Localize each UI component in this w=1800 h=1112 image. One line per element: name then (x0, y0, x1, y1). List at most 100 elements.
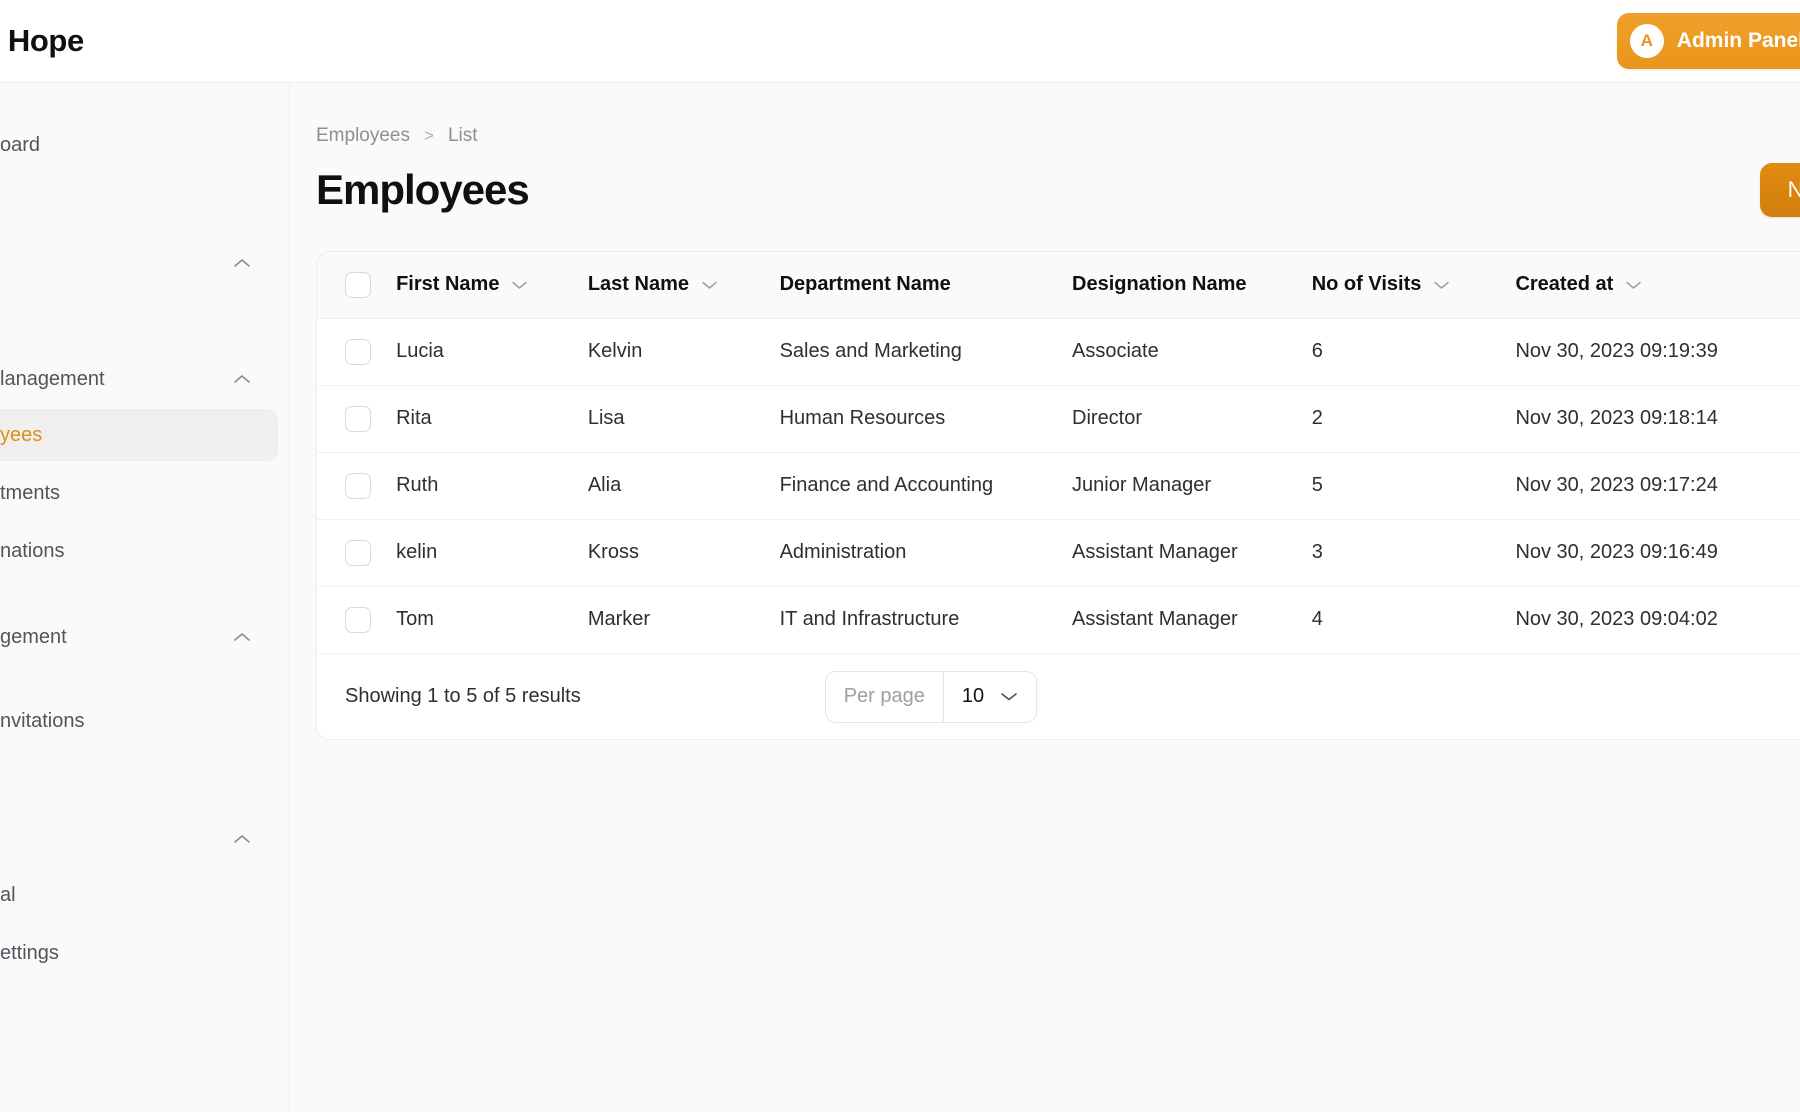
sidebar-item-designations[interactable]: nations (0, 525, 278, 577)
cell-designation-name: Associate (1072, 340, 1159, 362)
table-row[interactable]: Rita Lisa Human Resources Director 2 Nov… (317, 385, 1800, 452)
sidebar-item-employees[interactable]: yees (0, 409, 278, 461)
cell-last-name: Lisa (587, 407, 625, 429)
employees-table: First Name Last Name Department Name Des… (317, 252, 1800, 653)
column-header-designation-name[interactable]: Designation Name (1072, 252, 1312, 318)
app-root: sk Hope A Admin Panel oard lanagement (0, 0, 1800, 1112)
sidebar-list: oard lanagement yees tments nations geme… (0, 119, 289, 979)
chevron-up-icon (232, 631, 252, 643)
sidebar-item-label: yees (0, 423, 43, 446)
sidebar-section-management[interactable]: lanagement (0, 353, 278, 405)
column-header-last-name[interactable]: Last Name (588, 252, 780, 318)
sidebar-item-general[interactable]: al (0, 869, 278, 921)
breadcrumb: Employees > List (290, 83, 1800, 147)
main-content: Employees > List Employees New e First N… (290, 83, 1800, 1112)
cell-department-name: Sales and Marketing (779, 340, 962, 362)
column-header-first-name[interactable]: First Name (396, 252, 588, 318)
row-select-cell (317, 318, 396, 385)
column-header-department-name[interactable]: Department Name (780, 252, 1072, 318)
cell-no-of-visits: 2 (1311, 407, 1323, 429)
breadcrumb-current[interactable]: List (448, 125, 478, 147)
column-header-created-at[interactable]: Created at (1515, 252, 1800, 318)
chevron-right-icon: > (424, 126, 434, 145)
sidebar-item-dashboard[interactable]: oard (0, 119, 278, 171)
chevron-down-icon[interactable] (1625, 280, 1642, 290)
cell-first-name: Lucia (396, 340, 444, 362)
cell-department-name: IT and Infrastructure (779, 608, 960, 631)
sidebar-section-1[interactable] (0, 237, 278, 289)
column-label: First Name (396, 273, 500, 296)
cell-created-at: Nov 30, 2023 09:16:49 (1515, 541, 1718, 563)
per-page-selector[interactable]: Per page 10 (824, 670, 1038, 723)
cell-designation-name: Junior Manager (1072, 474, 1211, 496)
row-checkbox[interactable] (345, 472, 371, 499)
chevron-down-icon[interactable] (511, 280, 528, 290)
sidebar-item-label: nations (0, 539, 65, 562)
row-checkbox[interactable] (345, 338, 371, 365)
page-header: Employees New e (290, 147, 1800, 217)
cell-no-of-visits: 3 (1311, 541, 1323, 563)
per-page-current: 10 (961, 685, 985, 707)
sidebar-item-label: al (0, 883, 16, 906)
brand-logo-text: sk Hope (0, 23, 84, 58)
breadcrumb-root[interactable]: Employees (316, 125, 410, 147)
chevron-down-icon[interactable] (1433, 280, 1450, 290)
sidebar-item-invitations[interactable]: nvitations (0, 695, 278, 747)
column-label: No of Visits (1311, 273, 1422, 296)
table-row[interactable]: kelin Kross Administration Assistant Man… (317, 519, 1800, 586)
top-bar: sk Hope A Admin Panel (0, 0, 1800, 83)
row-checkbox[interactable] (345, 405, 371, 432)
cell-created-at: Nov 30, 2023 09:17:24 (1515, 474, 1718, 496)
cell-no-of-visits: 4 (1311, 608, 1323, 631)
admin-panel-label: Admin Panel (1676, 29, 1800, 52)
sidebar-item-label: nvitations (0, 709, 85, 732)
per-page-value[interactable]: 10 (944, 672, 1036, 722)
cell-last-name: Marker (587, 608, 651, 631)
column-label: Designation Name (1072, 273, 1247, 296)
sidebar-section-settings[interactable] (0, 813, 278, 865)
chevron-up-icon (232, 833, 252, 845)
sidebar: oard lanagement yees tments nations geme… (0, 83, 290, 1112)
sidebar-item-departments[interactable]: tments (0, 467, 278, 519)
cell-last-name: Kross (587, 541, 639, 563)
row-checkbox[interactable] (345, 606, 371, 633)
cell-designation-name: Assistant Manager (1072, 541, 1238, 563)
sidebar-section-label: gement (0, 625, 67, 648)
new-employee-button[interactable]: New e (1759, 163, 1800, 217)
admin-panel-button[interactable]: A Admin Panel (1616, 13, 1800, 69)
chevron-down-icon[interactable] (701, 280, 718, 290)
table-row[interactable]: Lucia Kelvin Sales and Marketing Associa… (317, 318, 1800, 385)
sidebar-item-label: oard (0, 133, 41, 156)
cell-no-of-visits: 6 (1311, 340, 1323, 362)
column-header-no-of-visits[interactable]: No of Visits (1312, 252, 1516, 318)
row-select-cell (317, 586, 396, 653)
chevron-up-icon (232, 257, 252, 269)
row-checkbox[interactable] (345, 539, 371, 566)
select-all-checkbox[interactable] (345, 271, 371, 298)
table-body: Lucia Kelvin Sales and Marketing Associa… (317, 318, 1800, 653)
avatar: A (1629, 24, 1664, 58)
cell-department-name: Administration (779, 541, 907, 563)
cell-last-name: Kelvin (587, 340, 643, 362)
column-label: Department Name (779, 273, 951, 296)
cell-first-name: Tom (396, 608, 434, 631)
chevron-up-icon (232, 373, 252, 385)
table-row[interactable]: Ruth Alia Finance and Accounting Junior … (317, 452, 1800, 519)
cell-first-name: Ruth (396, 474, 439, 496)
row-select-cell (317, 452, 396, 519)
page-title: Employees (316, 166, 530, 213)
table-row[interactable]: Tom Marker IT and Infrastructure Assista… (317, 586, 1800, 653)
chevron-down-icon[interactable] (1000, 691, 1018, 702)
row-select-cell (317, 519, 396, 586)
sidebar-item-label: tments (0, 481, 61, 504)
employees-table-card: First Name Last Name Department Name Des… (316, 251, 1800, 740)
sidebar-item-settings[interactable]: ettings (0, 927, 278, 979)
sidebar-section-user-management[interactable]: gement (0, 611, 278, 663)
cell-department-name: Human Resources (779, 407, 946, 429)
cell-created-at: Nov 30, 2023 09:04:02 (1515, 608, 1718, 631)
cell-department-name: Finance and Accounting (779, 474, 994, 496)
